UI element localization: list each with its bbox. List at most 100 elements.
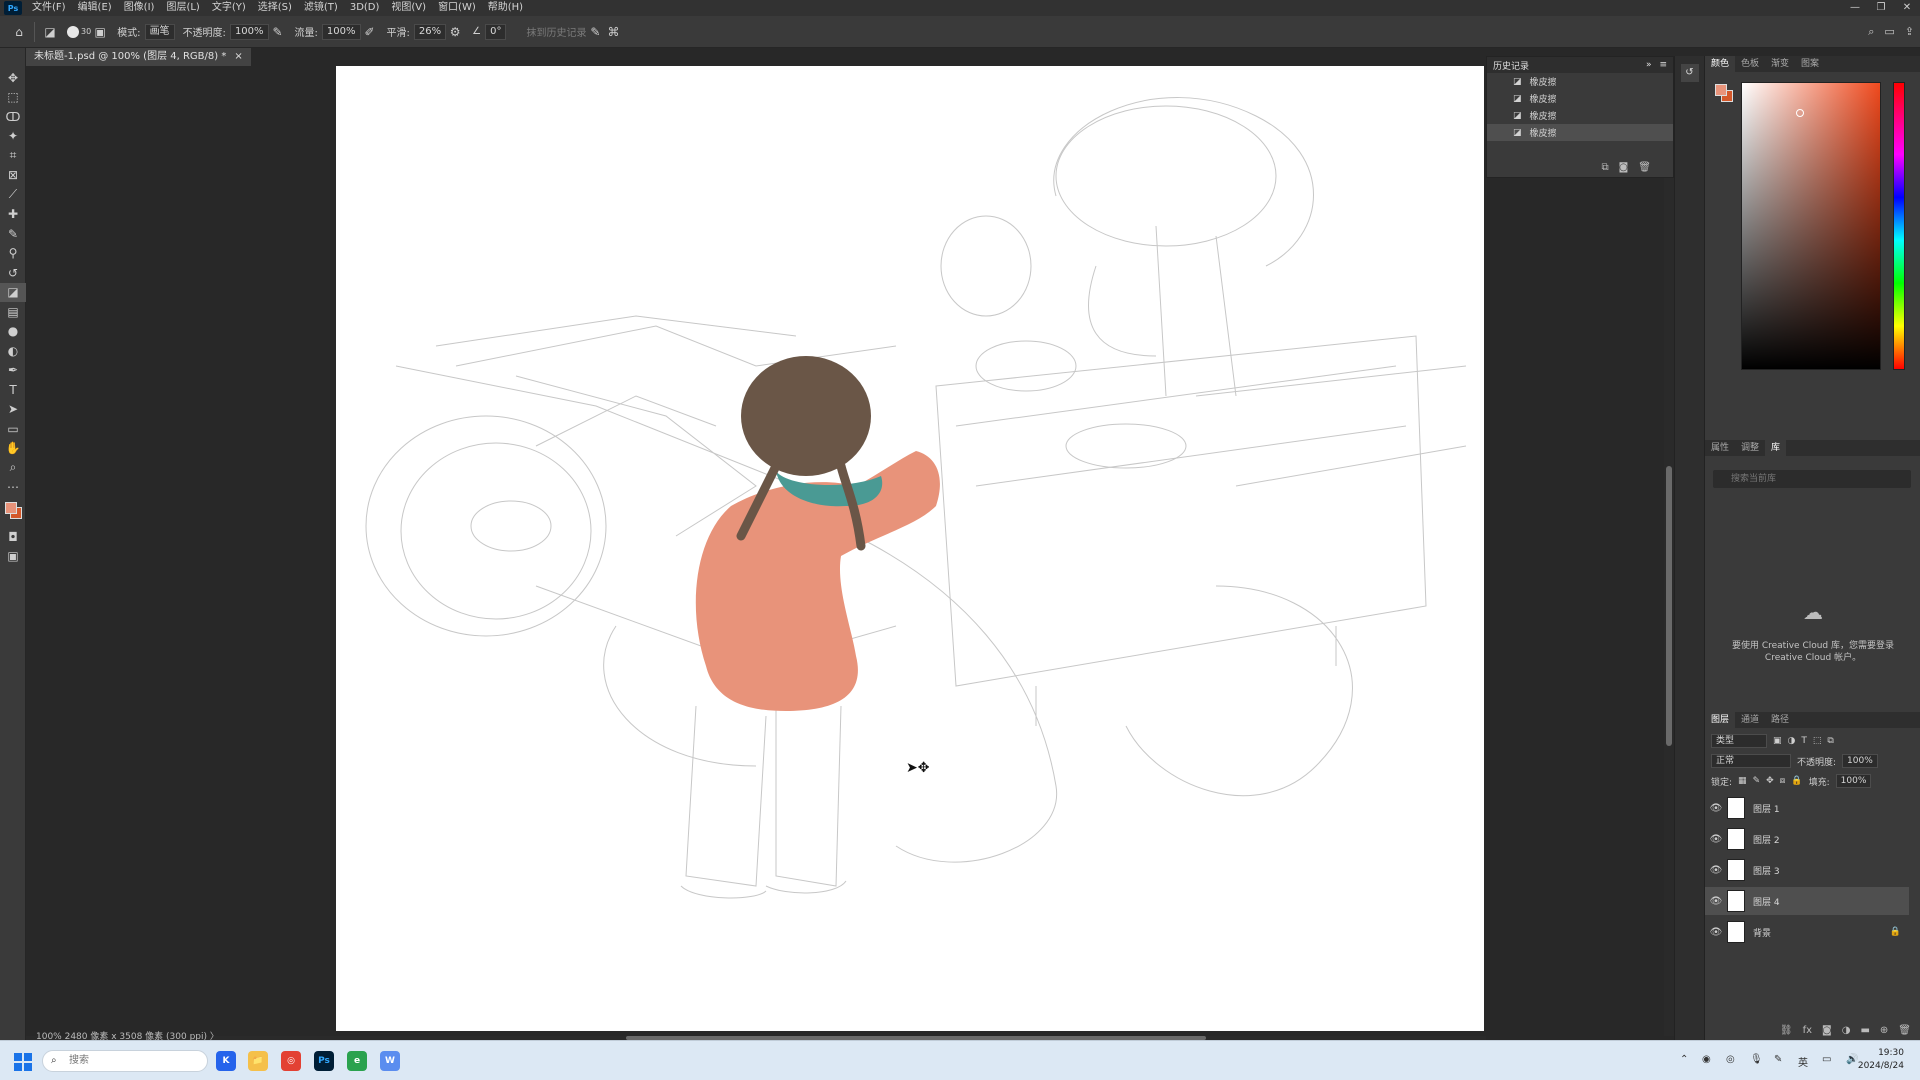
tab-swatches[interactable]: 色板 xyxy=(1735,56,1765,72)
clone-stamp-tool-icon[interactable]: ⚲ xyxy=(0,244,26,264)
menu-type[interactable]: 文字(Y) xyxy=(206,0,252,16)
history-brush-tool-icon[interactable]: ↺ xyxy=(0,263,26,283)
layer-row[interactable]: 👁 图层 2 xyxy=(1705,825,1909,853)
blend-mode-select[interactable]: 正常 xyxy=(1711,754,1791,768)
lock-position-icon[interactable]: ✥ xyxy=(1766,776,1774,786)
menu-select[interactable]: 选择(S) xyxy=(252,0,298,16)
symmetry-icon[interactable]: ⌘ xyxy=(604,23,622,41)
foreground-color-swatch[interactable] xyxy=(1715,84,1727,96)
layer-fill-input[interactable]: 100% xyxy=(1835,774,1872,788)
hue-slider[interactable] xyxy=(1893,82,1905,370)
menu-layer[interactable]: 图层(L) xyxy=(160,0,205,16)
tab-properties[interactable]: 属性 xyxy=(1705,440,1735,456)
tab-layers[interactable]: 图层 xyxy=(1705,712,1736,728)
path-selection-tool-icon[interactable]: ➤ xyxy=(0,400,26,420)
screen-mode-icon[interactable]: ▣ xyxy=(0,547,26,567)
quick-mask-icon[interactable]: ◘ xyxy=(0,527,26,547)
gradient-tool-icon[interactable]: ▤ xyxy=(0,302,26,322)
pressure-size-icon[interactable]: ✎ xyxy=(586,23,604,41)
canvas-area[interactable]: ➤✥ xyxy=(26,66,1486,1036)
history-item-selected[interactable]: ◪ 橡皮擦 xyxy=(1487,124,1673,141)
new-document-from-state-icon[interactable]: ⧉ xyxy=(1601,162,1608,173)
taskbar-app-w[interactable]: W xyxy=(380,1051,400,1071)
restore-button[interactable]: ❐ xyxy=(1868,0,1894,16)
system-clock[interactable]: 19:30 2024/8/24 xyxy=(1858,1047,1904,1073)
tab-patterns[interactable]: 图案 xyxy=(1795,56,1825,72)
edge-icon[interactable]: e xyxy=(347,1051,367,1071)
artboard[interactable] xyxy=(336,66,1484,1031)
layer-row[interactable]: 👁 图层 3 xyxy=(1705,856,1909,884)
eyedropper-tool-icon[interactable]: ⟋ xyxy=(0,185,26,205)
filter-type-icon[interactable]: T xyxy=(1801,736,1807,746)
dodge-tool-icon[interactable]: ◐ xyxy=(0,341,26,361)
new-group-icon[interactable]: ▬ xyxy=(1860,1025,1869,1036)
menu-window[interactable]: 窗口(W) xyxy=(432,0,482,16)
document-tab-close[interactable]: × xyxy=(234,48,242,66)
workspace-icon[interactable]: ▭ xyxy=(1884,25,1894,39)
gear-icon[interactable]: ⚙ xyxy=(446,23,464,41)
hand-tool-icon[interactable]: ✋ xyxy=(0,439,26,459)
mode-select[interactable]: 画笔 xyxy=(144,23,175,40)
file-explorer-icon[interactable]: 📁 xyxy=(248,1051,268,1071)
taskbar-search-input[interactable]: ⌕ 搜索 xyxy=(42,1050,208,1072)
lock-transparency-icon[interactable]: ▦ xyxy=(1738,776,1747,786)
layer-name[interactable]: 背景 xyxy=(1753,926,1771,939)
brush-preset-picker[interactable]: 30 xyxy=(67,25,91,38)
rectangle-tool-icon[interactable]: ▭ xyxy=(0,419,26,439)
trash-icon[interactable]: 🗑 xyxy=(1638,162,1651,173)
menu-filter[interactable]: 滤镜(T) xyxy=(298,0,344,16)
ime-indicator[interactable]: 英 xyxy=(1798,1054,1808,1069)
menu-image[interactable]: 图像(I) xyxy=(118,0,161,16)
history-panel-title[interactable]: 历史记录 xyxy=(1493,59,1529,72)
link-layers-icon[interactable]: ⛓ xyxy=(1780,1025,1793,1036)
tab-paths[interactable]: 路径 xyxy=(1765,712,1795,728)
opacity-input[interactable]: 100% xyxy=(229,23,269,40)
minimize-button[interactable]: — xyxy=(1842,0,1868,16)
scroll-thumb[interactable] xyxy=(1666,466,1672,746)
brush-tool-icon[interactable]: ✎ xyxy=(0,224,26,244)
filter-shape-icon[interactable]: ⬚ xyxy=(1813,736,1822,746)
chrome-icon[interactable]: ◎ xyxy=(281,1051,301,1071)
type-tool-icon[interactable]: T xyxy=(0,380,26,400)
windows-start-icon[interactable] xyxy=(14,1053,32,1071)
layer-row-background[interactable]: 👁 背景 🔒 xyxy=(1705,918,1909,946)
visibility-eye-icon[interactable]: 👁 xyxy=(1705,834,1727,845)
network-icon[interactable]: ▭ xyxy=(1822,1054,1831,1065)
filter-smart-object-icon[interactable]: ⧉ xyxy=(1827,736,1833,746)
photoshop-taskbar-icon[interactable]: Ps xyxy=(314,1051,334,1071)
lasso-tool-icon[interactable]: ↀ xyxy=(0,107,26,127)
layer-row[interactable]: 👁 图层 1 xyxy=(1705,794,1909,822)
pen-tool-icon[interactable]: ✒ xyxy=(0,361,26,381)
panel-menu-icon[interactable]: ≡ xyxy=(1659,60,1667,70)
crop-tool-icon[interactable]: ⌗ xyxy=(0,146,26,166)
visibility-eye-icon[interactable]: 👁 xyxy=(1705,896,1727,907)
angle-input[interactable]: 0° xyxy=(485,23,507,40)
filter-pixel-icon[interactable]: ▣ xyxy=(1773,736,1782,746)
tab-libraries[interactable]: 库 xyxy=(1765,440,1787,456)
home-icon[interactable]: ⌂ xyxy=(10,23,28,41)
blur-tool-icon[interactable]: ● xyxy=(0,322,26,342)
layer-name[interactable]: 图层 1 xyxy=(1753,802,1780,815)
layer-name[interactable]: 图层 3 xyxy=(1753,864,1780,877)
visibility-eye-icon[interactable]: 👁 xyxy=(1705,865,1727,876)
adjustment-layer-icon[interactable]: ◑ xyxy=(1842,1025,1851,1036)
eraser-tool-icon[interactable]: ◪ xyxy=(0,282,26,302)
foreground-color-swatch[interactable] xyxy=(5,502,17,514)
layer-name[interactable]: 图层 4 xyxy=(1753,895,1780,908)
lock-artboard-icon[interactable]: ⧈ xyxy=(1780,776,1786,786)
new-layer-icon[interactable]: ⊕ xyxy=(1880,1025,1888,1036)
layer-style-icon[interactable]: fx xyxy=(1803,1025,1812,1036)
close-button[interactable]: ✕ xyxy=(1894,0,1920,16)
frame-tool-icon[interactable]: ⊠ xyxy=(0,166,26,186)
flow-input[interactable]: 100% xyxy=(321,23,361,40)
menu-help[interactable]: 帮助(H) xyxy=(482,0,529,16)
tray-app-icon[interactable]: ◉ xyxy=(1702,1054,1711,1065)
lock-all-icon[interactable]: 🔒 xyxy=(1791,776,1802,786)
layer-mask-icon[interactable]: ◙ xyxy=(1822,1025,1832,1036)
tray-app-icon[interactable]: ◎ xyxy=(1726,1054,1735,1065)
healing-brush-tool-icon[interactable]: ✚ xyxy=(0,205,26,225)
tray-overflow-icon[interactable]: ⌃ xyxy=(1680,1054,1688,1065)
smoothing-input[interactable]: 26% xyxy=(413,23,447,40)
history-panel-icon[interactable]: ↺ xyxy=(1680,64,1699,82)
filter-adjustment-icon[interactable]: ◑ xyxy=(1788,736,1796,746)
